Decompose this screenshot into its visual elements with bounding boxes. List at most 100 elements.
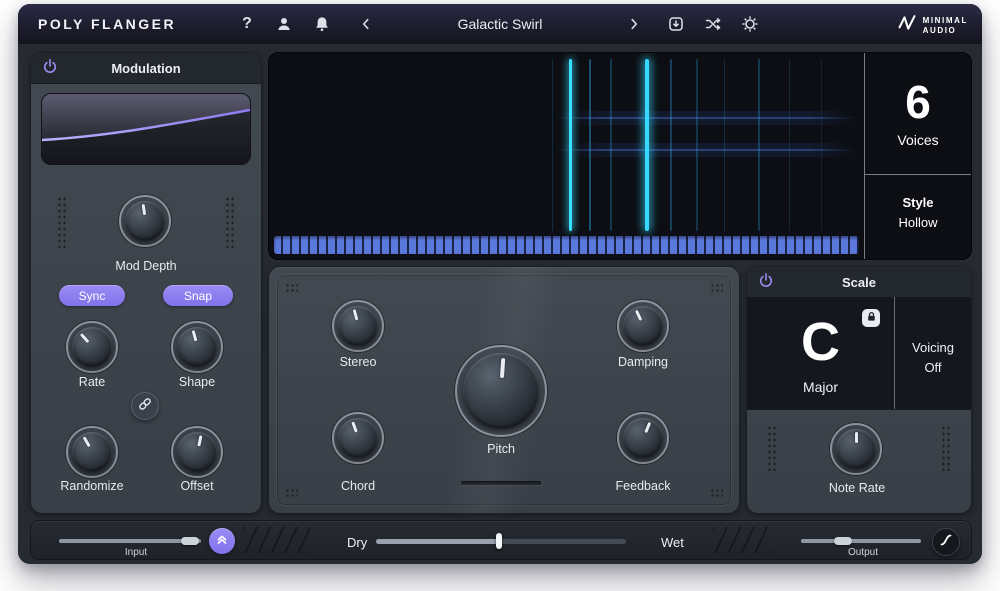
knob-pointer [64,319,120,375]
pitch-groove [461,481,541,485]
brand-line1: MINIMAL [923,16,968,26]
knob-pointer [173,323,222,372]
knob-pointer [836,429,876,469]
piano-keyboard[interactable] [274,236,859,254]
knob-pointer [65,425,120,480]
spectrum-line [552,59,553,231]
scale-lock-button[interactable] [862,309,880,327]
feedback-knob[interactable] [617,412,669,464]
stereo-knob[interactable] [332,300,384,352]
spectrum-display [269,53,864,259]
spectrum-line [758,59,760,231]
save-icon [667,15,685,33]
modulation-power-button[interactable] [41,59,59,77]
spectrum-band [554,117,856,119]
scale-mode-value[interactable]: Major [747,379,894,395]
settings-button[interactable] [736,10,764,38]
account-button[interactable] [270,10,298,38]
wet-label: Wet [661,535,684,550]
style-value[interactable]: Hollow [898,215,937,230]
lock-icon [866,309,877,327]
effects-panel: Stereo Damping Pitch Chord Feedback [268,266,740,514]
curve-icon [939,533,953,552]
notifications-button[interactable] [308,10,336,38]
power-icon [42,58,58,79]
boost-button[interactable] [209,528,235,554]
spectrum-line [569,59,572,231]
scale-title: Scale [842,275,876,290]
randomize-preset-button[interactable] [699,10,727,38]
knob-pointer [332,412,383,463]
preset-prev-button[interactable] [352,10,380,38]
scale-power-button[interactable] [757,273,775,291]
rate-label: Rate [79,375,105,389]
mod-depth-knob[interactable] [119,195,171,247]
chord-label: Chord [341,479,375,493]
brand-logo: MINIMAL AUDIO [897,13,968,38]
texture-dots [285,488,298,497]
minimal-audio-mark-icon [897,13,917,38]
help-button[interactable]: ? [233,10,261,38]
voicing-cell: Voicing Off [895,297,971,409]
link-icon [138,397,152,416]
user-icon [275,15,293,33]
preset-name[interactable]: Galactic Swirl [400,16,600,32]
knob-pointer [617,412,669,464]
note-rate-knob[interactable] [830,423,882,475]
double-chevron-up-icon [215,532,229,551]
chevron-right-icon [627,17,641,31]
link-button[interactable] [131,392,159,420]
footer-bar: Input Dry Wet Output [30,520,972,560]
dry-wet-handle[interactable] [496,533,502,549]
randomize-label: Randomize [60,479,123,493]
texture-dots [767,425,777,471]
input-gain-slider[interactable] [59,539,201,543]
app-title: POLY FLANGER [38,16,176,32]
pitch-knob[interactable] [455,345,547,437]
scale-header: Scale [747,267,971,298]
damping-knob[interactable] [617,300,669,352]
mod-depth-label: Mod Depth [115,259,176,273]
style-label: Style [902,195,933,210]
output-gain-slider[interactable] [801,539,921,543]
chord-knob[interactable] [332,412,384,464]
offset-knob[interactable] [171,426,223,478]
sync-button[interactable]: Sync [59,285,125,306]
shape-label: Shape [179,375,215,389]
note-rate-label: Note Rate [829,481,885,495]
snap-button[interactable]: Snap [163,285,233,306]
knob-pointer [460,350,541,431]
voices-value[interactable]: 6 [905,79,931,125]
soft-clip-button[interactable] [932,528,960,556]
output-gain-handle[interactable] [834,537,852,545]
knob-pointer [173,428,220,475]
texture-dots [225,196,235,248]
hatch-decor [243,527,311,553]
texture-dots [710,283,723,292]
knob-pointer [122,198,167,243]
gear-icon [741,15,759,33]
randomize-knob[interactable] [66,426,118,478]
chevron-left-icon [359,17,373,31]
voices-label: Voices [897,132,938,148]
voicing-value[interactable]: Off [895,360,971,375]
rate-knob[interactable] [66,321,118,373]
spectrum-line [821,59,822,231]
spectrum-line [696,59,698,231]
save-preset-button[interactable] [662,10,690,38]
modulation-panel: Modulation Mod De [30,52,262,514]
preset-next-button[interactable] [620,10,648,38]
knob-pointer [616,299,669,352]
help-icon: ? [242,15,252,33]
brand-line2: AUDIO [923,26,968,36]
feedback-label: Feedback [616,479,671,493]
spectrum-line [670,59,672,231]
spectrum-line [589,59,591,231]
spectrum-line [789,59,790,231]
mod-waveform-display [41,93,251,165]
modulation-header: Modulation [31,53,261,84]
input-gain-handle[interactable] [181,537,199,545]
visualizer-panel: 6 Voices Style Hollow [268,52,972,260]
shape-knob[interactable] [171,321,223,373]
scale-key-area: C Major Voicing Off [747,297,971,410]
